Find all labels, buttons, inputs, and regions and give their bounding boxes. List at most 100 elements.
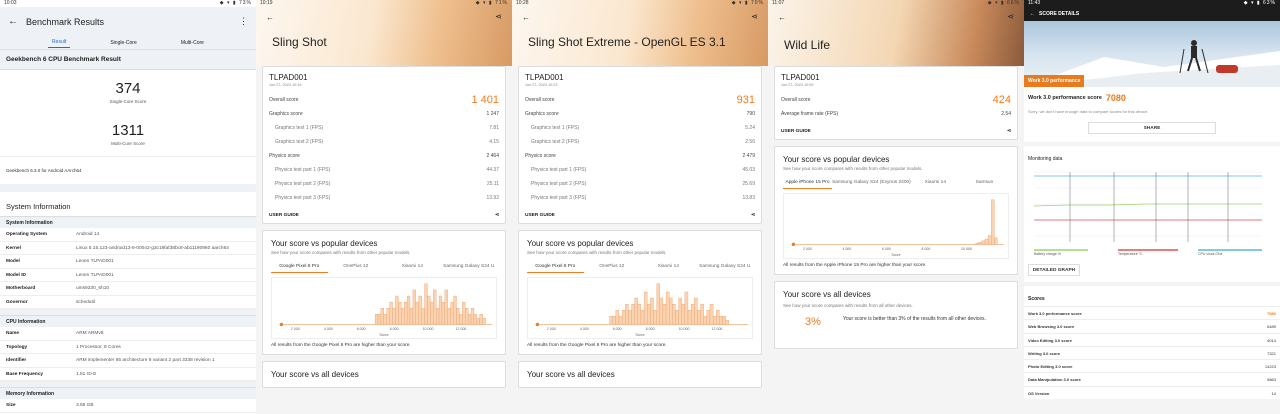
device-tab[interactable]: Xiaomi 14 — [911, 177, 960, 189]
histogram-bar — [467, 314, 472, 325]
info-row: Kernel Linux 5.15.123-android13-8-00042-g… — [0, 242, 256, 255]
score-value: 2.54 — [1001, 111, 1011, 117]
score-row: Physics test part 1 (FPS) 44.37 — [263, 163, 505, 177]
x-axis-label: Score — [379, 333, 388, 337]
histogram-bar — [640, 310, 645, 325]
user-guide-row[interactable]: USER GUIDE ⋖ — [775, 125, 1017, 139]
monitoring-svg — [1033, 171, 1262, 251]
back-arrow-icon[interactable]: ← — [266, 13, 274, 22]
device-tab[interactable]: Samsung Galaxy S24 U — [697, 261, 754, 273]
info-value: ums9230_6h10 — [76, 286, 110, 291]
info-value: ARM ARMv8 — [76, 331, 104, 336]
info-key: Operating System — [6, 232, 48, 237]
tab-single-core[interactable]: Single-Core — [106, 38, 140, 48]
histogram-bar — [389, 301, 393, 325]
info-value: ARM implementer 65 architecture 8 varian… — [76, 358, 215, 363]
all-results-text: All results from the Google Pixel 8 Pro … — [527, 343, 667, 348]
device-tab[interactable]: Google Pixel 8 Pro — [271, 261, 328, 273]
histogram-bar — [700, 303, 704, 325]
user-guide-row[interactable]: USER GUIDE ⋖ — [519, 209, 761, 223]
share-icon[interactable]: ⋖ — [751, 12, 758, 21]
device-tab[interactable]: Samsung Galaxy S24 U — [441, 261, 498, 273]
histogram-bar — [398, 301, 402, 325]
back-arrow-icon[interactable]: ← — [522, 13, 530, 22]
info-row: Base Frequency 1.61 GHz — [0, 368, 256, 381]
device-tab[interactable]: Xiaomi 14 — [640, 261, 697, 273]
scores-card: Scores Work 3.0 performance score 7080 Web… — [1024, 286, 1280, 400]
score-row: Graphics test 2 (FPS) 2.56 — [519, 135, 761, 149]
x-tick-label: 10 000 — [961, 247, 972, 251]
score-label: Overall score — [269, 97, 299, 103]
score-row: Web Browsing 3.0 score 6489 — [1024, 319, 1280, 332]
popular-devices-title: Your score vs popular devices — [271, 239, 378, 248]
histogram-bar — [625, 303, 629, 325]
score-label: Data Manipulation 3.0 score — [1028, 377, 1081, 383]
result-card: TLPAD001 Jun 27, 2024 10:59 Overall scor… — [774, 66, 1018, 140]
all-devices-subtitle: See how your score compares with results… — [783, 303, 913, 308]
result-date: Jun 27, 2024 10:59 — [781, 83, 814, 87]
share-icon[interactable]: ⋖ — [751, 209, 755, 223]
back-arrow-icon[interactable]: ← — [778, 13, 786, 22]
divider — [0, 184, 256, 192]
histogram-bar — [709, 303, 714, 325]
main-score-value: 7080 — [1105, 93, 1126, 103]
histogram-bar — [975, 242, 979, 245]
histogram-bar — [415, 301, 419, 325]
benchmark-title: Wild Life — [784, 38, 831, 52]
device-tab[interactable]: OnePlus 12 — [584, 261, 641, 273]
score-value: 2.56 — [745, 139, 755, 145]
device-tab[interactable]: Xiaomi 14 — [384, 261, 441, 273]
device-tab[interactable]: Samsun — [960, 177, 1009, 189]
histogram-bar — [427, 295, 431, 325]
device-tabs: Google Pixel 8 Pro OnePlus 12 Xiaomi 14 Sam… — [271, 261, 497, 273]
app-bar: ← Benchmark Results ⋮ — [0, 7, 256, 36]
detailed-graph-button[interactable]: DETAILED GRAPH — [1028, 264, 1080, 276]
score-row: Writing 3.0 score 7321 — [1024, 345, 1280, 359]
share-icon[interactable]: ⋖ — [495, 209, 499, 223]
share-button[interactable]: SHARE — [1088, 122, 1216, 134]
monitoring-card: Monitoring data Battery charge % Tempera… — [1024, 146, 1280, 282]
histogram-bar — [706, 310, 711, 325]
histogram-bar — [401, 308, 405, 325]
user-guide-link[interactable]: USER GUIDE — [525, 209, 555, 223]
histogram-svg: 2 000 4 000 6 000 8 000 10 000 12 000 Score — [279, 283, 493, 337]
histogram-bar — [386, 308, 390, 325]
share-icon[interactable]: ⋖ — [1007, 12, 1014, 21]
histogram-bar — [418, 295, 422, 325]
info-value: 1 Processor, 8 Cores — [76, 344, 121, 350]
score-value: 790 — [746, 111, 755, 117]
status-time: 10:03 — [4, 0, 17, 6]
back-arrow-icon[interactable]: ← — [8, 16, 20, 27]
histogram-bar — [406, 295, 411, 325]
device-tab[interactable]: OnePlus 12 — [328, 261, 385, 273]
share-icon[interactable]: ⋖ — [495, 12, 502, 21]
monitoring-title: Monitoring data — [1028, 156, 1063, 162]
overflow-menu-icon[interactable]: ⋮ — [239, 16, 248, 27]
user-guide-link[interactable]: USER GUIDE — [269, 209, 299, 223]
histogram-bar — [712, 316, 717, 325]
share-icon[interactable]: ⋖ — [1007, 125, 1011, 139]
histogram-bar — [395, 295, 399, 325]
device-tab[interactable]: Samsung Galaxy S24 (Exynos 2400) — [832, 177, 911, 189]
user-guide-link[interactable]: USER GUIDE — [781, 125, 811, 139]
tab-result[interactable]: Result — [48, 37, 71, 48]
x-tick-label: 10 000 — [679, 327, 690, 331]
score-label: Physics score — [269, 153, 300, 159]
user-guide-row[interactable]: USER GUIDE ⋖ — [263, 209, 505, 223]
device-tabs: Google Pixel 8 Pro OnePlus 12 Xiaomi 14 Sam… — [527, 261, 753, 273]
score-row: Work 3.0 performance score 7080 — [1024, 306, 1280, 319]
device-tab[interactable]: Apple iPhone 15 Pro — [783, 177, 833, 189]
score-value: 7080 — [1267, 311, 1276, 316]
tab-multi-core[interactable]: Multi-Core — [177, 38, 208, 48]
score-row: Data Manipulation 3.0 score 5863 — [1024, 372, 1280, 385]
back-arrow-icon[interactable]: ← — [1030, 11, 1035, 17]
device-tab[interactable]: Google Pixel 8 Pro — [527, 261, 584, 273]
score-row: Overall score 424 — [775, 93, 1017, 107]
histogram-bar — [675, 310, 679, 325]
score-label: Physics test part 1 (FPS) — [531, 167, 587, 173]
score-row: Photo Editing 3.0 score 14223 — [1024, 359, 1280, 372]
score-label: Graphics score — [525, 111, 559, 117]
histogram-bar — [681, 303, 686, 325]
single-core-label: Single-Core Score — [109, 99, 147, 104]
score-label: Graphics score — [269, 111, 303, 117]
